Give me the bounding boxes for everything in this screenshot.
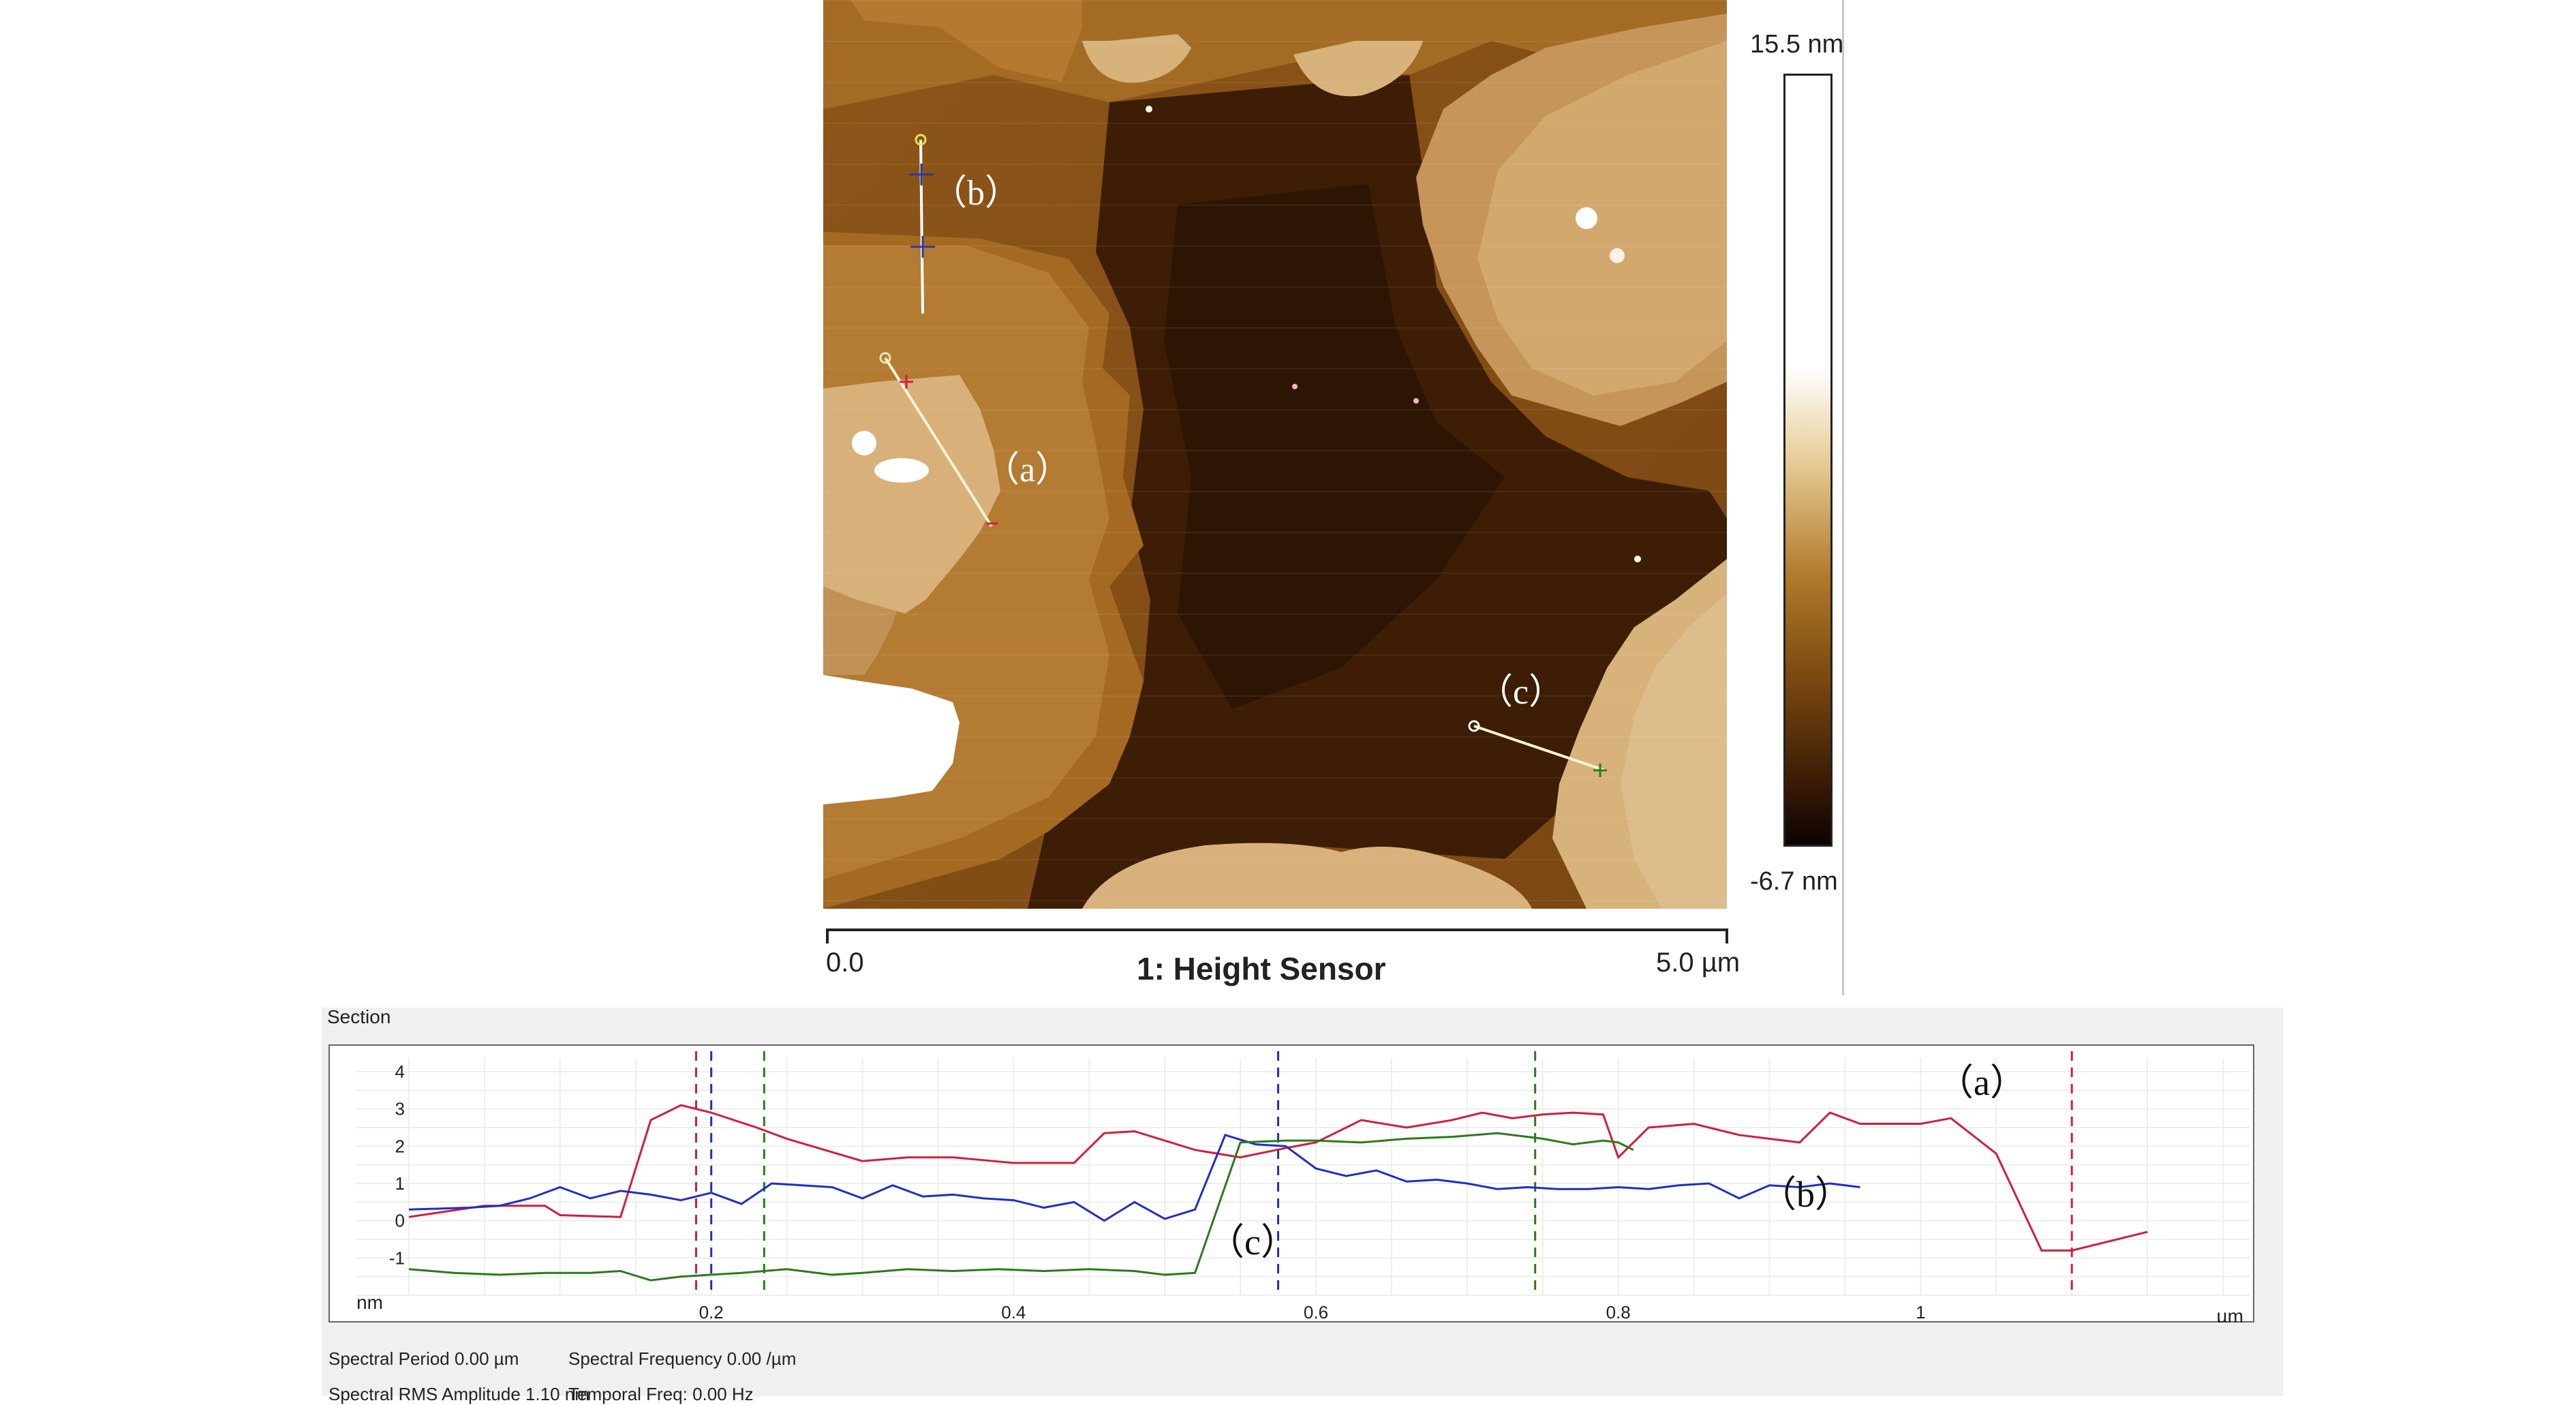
y-tick-label: 3 [395,1099,405,1119]
spectral-frequency-text: Spectral Frequency 0.00 /µm [568,1348,797,1369]
x-axis-label: µm [2217,1305,2243,1323]
marker-label-c: （c） [1477,673,1565,712]
colorbar-max-label: 15.5 nm [1750,30,1844,59]
marker-label-b: （b） [932,174,1021,213]
scale-bar-start-label: 0.0 [826,948,864,978]
colorbar [1783,74,1833,847]
section-chart[interactable]: 4 3 2 1 0 -1 0.2 0.4 0.6 0.8 1 nm µm （a） （b） （c） [328,1044,2254,1323]
spectral-period-text: Spectral Period 0.00 µm [328,1348,519,1369]
scale-bar [826,928,1728,945]
x-tick-label: 0.2 [699,1302,724,1323]
y-tick-label: 1 [395,1173,405,1194]
image-title: 1: Height Sensor [1137,951,1386,986]
x-tick-label: 1 [1916,1302,1925,1323]
y-axis-label: nm [356,1292,383,1313]
panel-divider [1842,0,1844,995]
colorbar-min-label: -6.7 nm [1750,867,1838,896]
marker-label-a: （a） [984,451,1071,489]
y-tick-label: 4 [395,1061,405,1082]
y-tick-label: -1 [389,1248,405,1268]
rms-amplitude-text: Spectral RMS Amplitude 1.10 nm [328,1384,589,1404]
series-label: （c） [1208,1222,1298,1263]
series-label: （a） [1937,1062,2027,1103]
x-tick-label: 0.6 [1304,1302,1328,1323]
scale-bar-end-label: 5.0 µm [1656,948,1741,978]
section-title: Section [327,1006,391,1027]
series-line-b [408,1134,1860,1222]
x-tick-label: 0.8 [1606,1302,1631,1323]
series-label: （b） [1760,1174,1852,1215]
y-tick-label: 2 [395,1136,405,1156]
x-tick-label: 0.4 [1001,1302,1026,1323]
y-tick-label: 0 [395,1211,405,1231]
afm-height-image [823,0,1727,909]
temporal-freq-text: Temporal Freq: 0.00 Hz [568,1384,754,1404]
